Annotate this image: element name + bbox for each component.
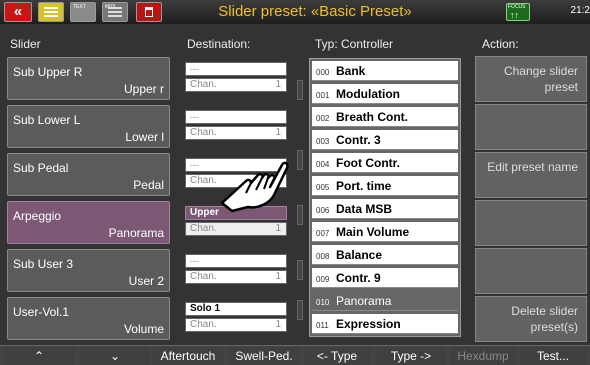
scroll-marker	[297, 300, 303, 320]
type-list-item[interactable]: 000 Bank	[312, 61, 458, 81]
bottom-bar: ⌃ ⌄ Aftertouch Swell-Ped. <- Type Type -…	[0, 345, 590, 365]
type-list-item-selected[interactable]: 010 Panorama	[312, 291, 458, 311]
slider-item[interactable]: Sub Lower L Lower l	[7, 105, 170, 148]
channel-field[interactable]: Chan.1	[185, 78, 287, 92]
slider-name: Sub User 3	[13, 257, 74, 271]
trash-icon[interactable]	[136, 2, 162, 22]
slider-sub: Volume	[123, 322, 164, 336]
destination-field[interactable]: Solo 1 Chan. 1	[185, 297, 287, 340]
destination-value[interactable]: ---	[185, 62, 287, 76]
action-button-empty[interactable]	[475, 200, 587, 246]
slider-name: Arpeggio	[13, 209, 62, 223]
type-list-item[interactable]: 011 Expression	[312, 314, 458, 334]
destination-header: Destination:	[187, 37, 251, 51]
title-bar: « TEXT MIDI Slider preset: «Basic Preset…	[0, 0, 590, 24]
type-list-item[interactable]: 002 Breath Cont.	[312, 107, 458, 127]
destination-field[interactable]: --- Chan.1	[185, 57, 287, 100]
controller-type-list[interactable]: 000 Bank 001 Modulation 002 Breath Cont. 00…	[309, 58, 461, 337]
type-prev-button[interactable]: <- Type	[304, 347, 370, 365]
slider-sub: Lower l	[125, 130, 164, 144]
midi-list-icon[interactable]: MIDI	[102, 2, 128, 22]
type-list-item[interactable]: 007 Main Volume	[312, 222, 458, 242]
page-title: Slider preset: «Basic Preset»	[218, 3, 412, 20]
scroll-marker	[297, 150, 303, 170]
slider-name: Sub Pedal	[13, 161, 69, 175]
type-next-button[interactable]: Type ->	[376, 347, 446, 365]
slider-name: Sub Upper R	[13, 65, 83, 79]
scroll-marker	[297, 205, 303, 225]
type-list-item[interactable]: 004 Foot Contr.	[312, 153, 458, 173]
slider-item[interactable]: Sub User 3 User 2	[7, 249, 170, 292]
text-edit-icon[interactable]: TEXT	[70, 2, 96, 22]
type-list-item[interactable]: 009 Contr. 9	[312, 268, 458, 288]
slider-sub: User 2	[128, 274, 164, 288]
hexdump-button[interactable]: Hexdump	[450, 347, 516, 365]
action-button-empty[interactable]	[475, 104, 587, 150]
scroll-up-button[interactable]: ⌃	[4, 347, 74, 365]
channel-field[interactable]: Chan.1	[185, 222, 287, 236]
slider-sub: Panorama	[108, 226, 164, 240]
destination-field[interactable]: --- Chan.1	[185, 105, 287, 148]
menu-icon[interactable]	[38, 2, 64, 22]
slider-sub: Pedal	[133, 178, 164, 192]
pointing-hand-icon	[220, 161, 289, 213]
type-list-item[interactable]: 001 Modulation	[312, 84, 458, 104]
slider-item[interactable]: User-Vol.1 Volume	[7, 297, 170, 340]
slider-item[interactable]: Sub Pedal Pedal	[7, 153, 170, 196]
destination-value[interactable]: Solo 1	[185, 302, 287, 316]
destination-value[interactable]: ---	[185, 254, 287, 268]
action-button-empty[interactable]	[475, 248, 587, 294]
slider-item-selected[interactable]: Arpeggio Panorama	[7, 201, 170, 244]
channel-field[interactable]: Chan.1	[185, 270, 287, 284]
type-list-item[interactable]: 008 Balance	[312, 245, 458, 265]
type-list-item[interactable]: 006 Data MSB	[312, 199, 458, 219]
slider-name: User-Vol.1	[13, 305, 70, 319]
edit-preset-name-button[interactable]: Edit preset name	[475, 152, 587, 198]
slider-name: Sub Lower L	[13, 113, 81, 127]
channel-field[interactable]: Chan.1	[185, 126, 287, 140]
scroll-marker	[297, 260, 303, 280]
type-header: Typ: Controller	[315, 37, 394, 51]
focus-icon[interactable]: FOCUS ↑↑	[506, 3, 530, 21]
aftertouch-button[interactable]: Aftertouch	[152, 347, 224, 365]
slider-header: Slider	[10, 37, 41, 51]
scroll-marker	[297, 80, 303, 100]
type-list-item[interactable]: 003 Contr. 3	[312, 130, 458, 150]
type-list-item[interactable]: 005 Port. time	[312, 176, 458, 196]
back-button[interactable]: «	[4, 2, 32, 22]
slider-item[interactable]: Sub Upper R Upper r	[7, 57, 170, 100]
test-button[interactable]: Test...	[520, 347, 586, 365]
destination-field[interactable]: --- Chan.1	[185, 249, 287, 292]
delete-slider-preset-button[interactable]: Delete slider preset(s)	[475, 296, 587, 342]
channel-field[interactable]: Chan.1	[185, 318, 287, 332]
action-header: Action:	[482, 37, 519, 51]
destination-value[interactable]: ---	[185, 110, 287, 124]
scroll-down-button[interactable]: ⌄	[80, 347, 150, 365]
slider-preset-screen: « TEXT MIDI Slider preset: «Basic Preset…	[0, 0, 590, 365]
swell-pedal-button[interactable]: Swell-Ped.	[227, 347, 301, 365]
slider-sub: Upper r	[123, 82, 164, 96]
change-slider-preset-button[interactable]: Change slider preset	[475, 56, 587, 102]
clock: 21:2	[570, 5, 590, 16]
